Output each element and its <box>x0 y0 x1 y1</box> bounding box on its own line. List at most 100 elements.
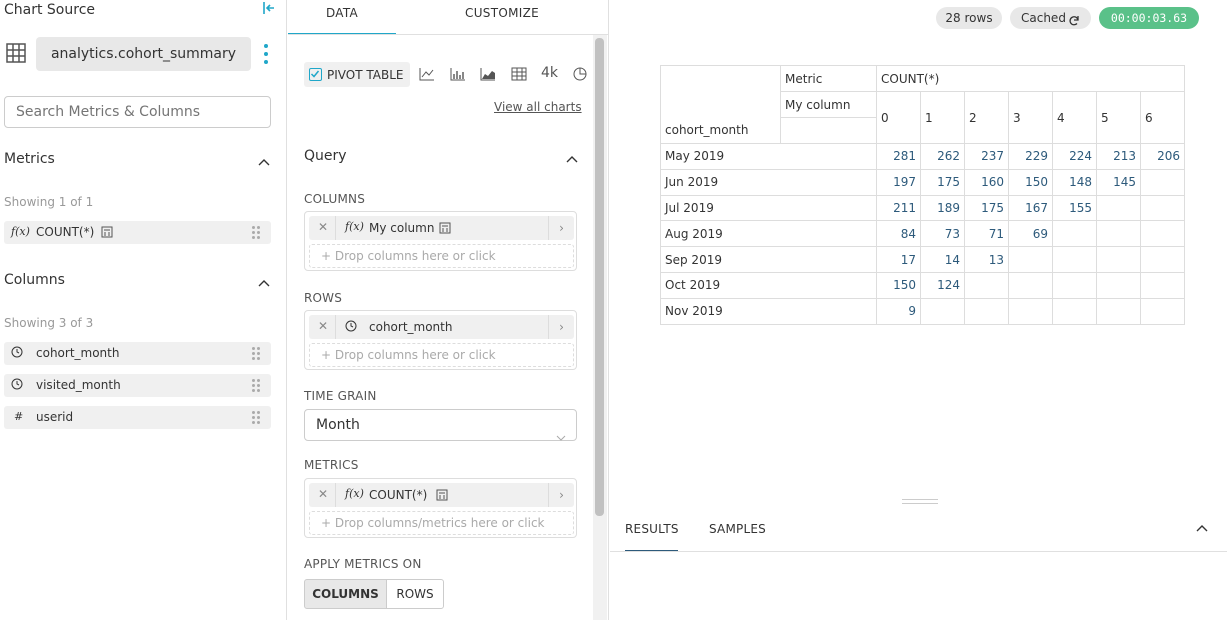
add-row-button[interactable]: + Drop columns here or click <box>309 343 574 367</box>
table-cell <box>1052 246 1097 273</box>
tab-samples[interactable]: SAMPLES <box>709 522 769 552</box>
table-cell <box>1008 297 1053 325</box>
column-key[interactable]: 1 <box>920 91 965 144</box>
add-column-button[interactable]: + Drop columns here or click <box>309 244 574 268</box>
cached-badge[interactable]: Cached <box>1010 7 1091 29</box>
pill-label: COUNT(*) <box>369 488 428 502</box>
drop-hint: Drop columns here or click <box>334 249 496 263</box>
column-key[interactable]: 2 <box>964 91 1009 144</box>
drag-handle-icon[interactable] <box>252 411 260 424</box>
chevron-up-icon[interactable] <box>258 276 270 287</box>
cached-label: Cached <box>1021 11 1066 25</box>
column-key[interactable]: 6 <box>1140 91 1185 144</box>
row-pill[interactable]: ✕ cohort_month › <box>309 315 574 339</box>
datasource-name[interactable]: analytics.cohort_summary <box>36 37 251 71</box>
metric-pill[interactable]: ✕ f(x) COUNT(*) › <box>309 483 574 507</box>
metrics-section-header[interactable]: Metrics <box>4 151 55 167</box>
table-cell: 13 <box>964 246 1009 273</box>
scrollbar-thumb[interactable] <box>595 38 604 516</box>
table-cell: 69 <box>1008 220 1053 248</box>
drag-handle-icon[interactable] <box>252 226 260 239</box>
time-grain-select[interactable]: Month <box>304 409 577 441</box>
pivot-table-button[interactable]: PIVOT TABLE <box>304 62 410 87</box>
area-chart-icon[interactable] <box>480 67 496 81</box>
table-cell <box>1140 220 1185 248</box>
add-metric-button[interactable]: + Drop columns/metrics here or click <box>309 511 574 535</box>
table-cell: 224 <box>1052 143 1097 170</box>
view-all-charts-link[interactable]: View all charts <box>494 100 582 114</box>
pie-chart-icon[interactable] <box>572 67 588 81</box>
drag-handle-icon[interactable] <box>252 347 260 360</box>
chevron-right-icon[interactable]: › <box>548 315 574 339</box>
table-cell: 189 <box>920 194 965 222</box>
line-chart-icon[interactable] <box>419 67 435 81</box>
column-item[interactable]: # userid <box>4 406 271 429</box>
table-cell <box>964 297 1009 325</box>
chevron-right-icon[interactable]: › <box>548 216 574 240</box>
table-row: Nov 2019 9 <box>660 297 1185 325</box>
metrics-count: Showing 1 of 1 <box>4 195 94 209</box>
table-icon[interactable] <box>511 67 527 81</box>
more-options-icon[interactable] <box>262 42 270 66</box>
metrics-dropzone: ✕ f(x) COUNT(*) › + Drop columns/metrics… <box>304 478 577 538</box>
search-metrics-input[interactable] <box>4 96 271 128</box>
column-pill[interactable]: ✕ f(x) My column › <box>309 216 574 240</box>
collapse-panel-icon[interactable] <box>262 1 276 19</box>
query-section-header[interactable]: Query <box>304 148 347 164</box>
row-label: Oct 2019 <box>660 271 877 299</box>
remove-icon[interactable]: ✕ <box>318 220 328 234</box>
refresh-icon[interactable] <box>1068 12 1080 34</box>
table-cell: 206 <box>1140 143 1185 170</box>
tab-data[interactable]: DATA <box>288 0 396 35</box>
row-label: Nov 2019 <box>660 297 877 325</box>
table-cell: 148 <box>1052 168 1097 196</box>
tab-customize[interactable]: CUSTOMIZE <box>396 0 608 35</box>
table-row: Oct 2019 150 124 <box>660 271 1185 299</box>
columns-section-header[interactable]: Columns <box>4 272 65 288</box>
column-key[interactable]: 4 <box>1052 91 1097 144</box>
resize-handle[interactable] <box>902 499 938 504</box>
metrics-field-label: METRICS <box>304 458 359 472</box>
table-cell: 160 <box>964 168 1009 196</box>
column-key[interactable]: 5 <box>1096 91 1141 144</box>
column-item[interactable]: visited_month <box>4 374 271 397</box>
metric-label: COUNT(*) <box>36 225 95 239</box>
table-cell <box>1096 246 1141 273</box>
table-cell: 167 <box>1008 194 1053 222</box>
rows-dropzone: ✕ cohort_month › + Drop columns here or … <box>304 310 577 370</box>
table-row: Aug 2019 84 73 71 69 <box>660 220 1185 248</box>
chevron-up-icon[interactable] <box>1196 521 1208 532</box>
pivot-corner <box>660 65 781 118</box>
bar-chart-icon[interactable] <box>450 67 466 81</box>
chevron-up-icon[interactable] <box>258 155 270 166</box>
columns-dropzone: ✕ f(x) My column › + Drop columns here o… <box>304 211 577 271</box>
remove-icon[interactable]: ✕ <box>318 487 328 501</box>
remove-icon[interactable]: ✕ <box>318 319 328 333</box>
drag-handle-icon[interactable] <box>252 379 260 392</box>
function-icon: f(x) <box>345 487 364 500</box>
table-cell: 237 <box>964 143 1009 170</box>
column-item[interactable]: cohort_month <box>4 342 271 365</box>
table-cell: 73 <box>920 220 965 248</box>
chevron-up-icon[interactable] <box>566 152 578 163</box>
big-number-icon[interactable]: 4k <box>541 65 561 81</box>
column-label: userid <box>36 410 74 424</box>
table-cell <box>1096 271 1141 299</box>
table-row: Sep 2019 17 14 13 <box>660 246 1185 273</box>
table-row: Jul 2019 211 189 175 167 155 <box>660 194 1185 222</box>
tab-results[interactable]: RESULTS <box>625 522 679 552</box>
pill-label: My column <box>369 221 435 235</box>
metric-item[interactable]: f(x) COUNT(*) <box>4 221 271 244</box>
column-key[interactable]: 0 <box>876 91 921 144</box>
apply-columns-button[interactable]: COLUMNS <box>304 579 387 609</box>
chevron-right-icon[interactable]: › <box>548 483 574 507</box>
table-cell <box>1052 271 1097 299</box>
table-cell: 9 <box>876 297 921 325</box>
hash-icon: # <box>14 410 24 423</box>
column-key[interactable]: 3 <box>1008 91 1053 144</box>
calculator-icon <box>101 226 113 241</box>
column-label: visited_month <box>36 378 121 392</box>
apply-rows-button[interactable]: ROWS <box>386 579 444 609</box>
table-cell: 71 <box>964 220 1009 248</box>
plus-icon: + <box>321 348 335 362</box>
